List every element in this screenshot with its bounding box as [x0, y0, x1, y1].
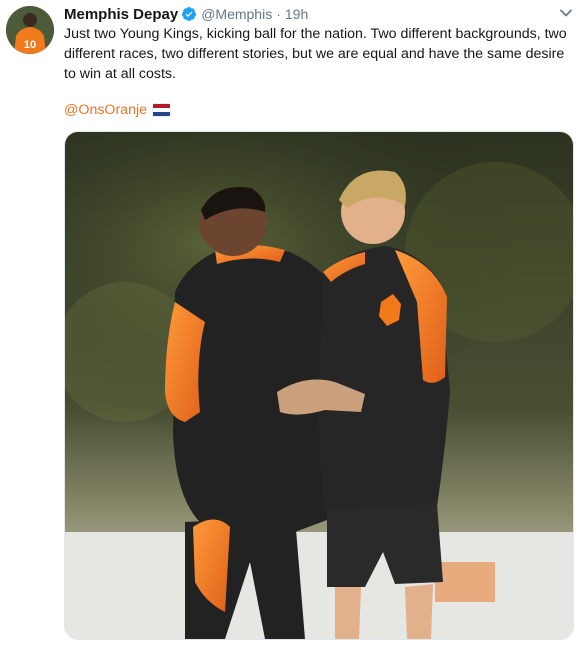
tweet-timestamp[interactable]: 19h	[285, 6, 308, 22]
photo-image	[65, 132, 573, 639]
author-name[interactable]: Memphis Depay	[64, 6, 178, 23]
netherlands-flag-icon	[153, 104, 171, 116]
header-separator: ·	[276, 6, 281, 22]
mention-line: @OnsOranje	[64, 100, 171, 120]
mention-link[interactable]: @OnsOranje	[64, 102, 147, 118]
verified-badge-icon	[182, 7, 197, 21]
tweet-card[interactable]: 10 Memphis Depay @Memphis · 19h Just two…	[0, 0, 583, 646]
chevron-down-icon[interactable]	[559, 6, 573, 20]
tweet-photo[interactable]	[64, 131, 574, 640]
avatar-image: 10	[6, 6, 54, 54]
author-avatar[interactable]: 10	[6, 6, 54, 54]
avatar-number: 10	[24, 39, 36, 51]
tweet-text: Just two Young Kings, kicking ball for t…	[64, 26, 567, 82]
author-handle[interactable]: @Memphis	[201, 6, 272, 22]
tweet-header: Memphis Depay @Memphis · 19h	[64, 4, 573, 24]
